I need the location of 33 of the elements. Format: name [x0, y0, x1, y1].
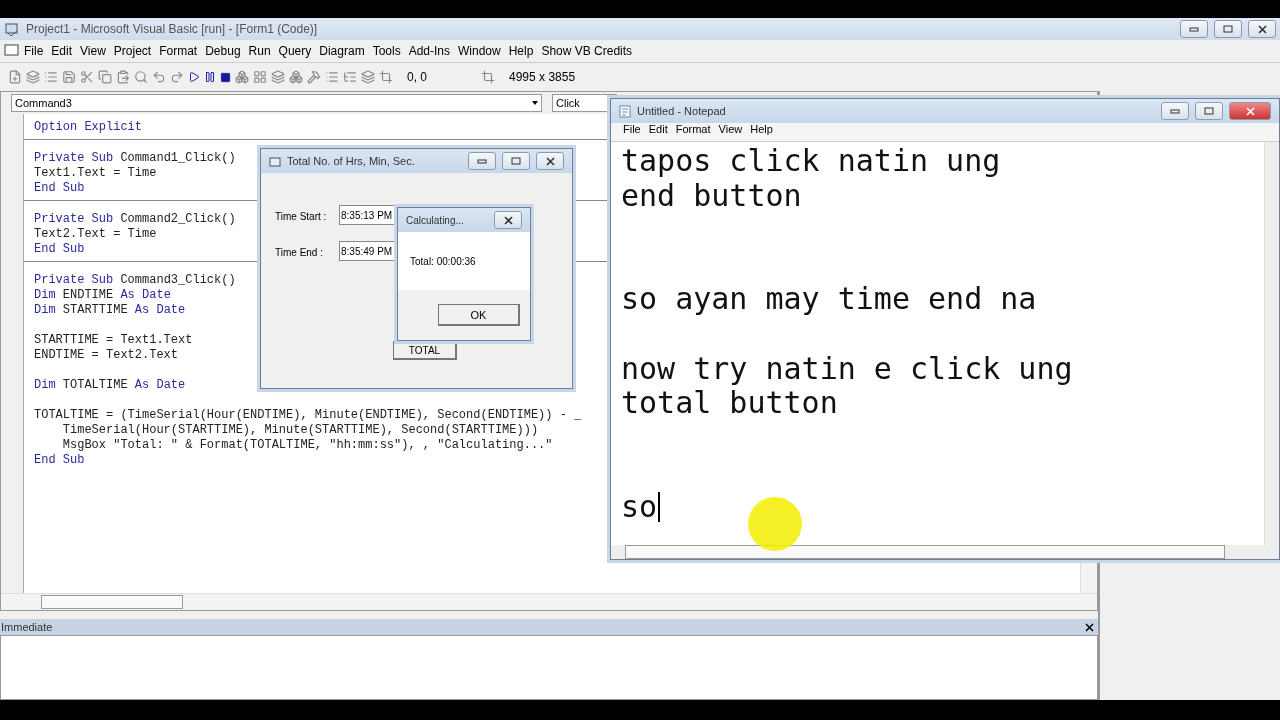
text-line: total button	[621, 386, 838, 421]
position-readout: 0, 0	[407, 70, 427, 84]
size-readout: 4995 x 3855	[509, 70, 576, 84]
text-line: end button	[621, 178, 802, 214]
text-line: so	[621, 489, 658, 525]
code-line: Dim TOTALTIME As Date	[34, 378, 186, 393]
panel-title: Immediate	[1, 621, 53, 633]
code-line: Dim ENDTIME As Date	[34, 288, 171, 303]
field-label: Time Start :	[275, 210, 328, 222]
text-line: now try natin e click ung	[621, 351, 1073, 387]
code-line: End Sub	[34, 453, 85, 468]
code-line: Private Sub Command1_Click()	[34, 151, 236, 166]
code-line: TOTALTIME = (TimeSerial(Hour(ENDTIME), Minute(ENDTIME), Second(ENDTIME)) - _	[34, 408, 582, 423]
text-line: tapos click natin ung	[621, 144, 1001, 179]
text-line: so ayan may time end na	[621, 282, 1037, 317]
code-line: End Sub	[34, 181, 85, 196]
window-title: Untitled - Notepad	[637, 105, 726, 117]
code-line: Dim STARTTIME As Date	[34, 303, 186, 318]
window-title: Project1 - Microsoft Visual Basic [run] - [Form1 (Code)]	[26, 22, 318, 36]
code-line: TimeSerial(Hour(STARTTIME), Minute(STARTTIME), Second(STARTTIME)))	[61, 423, 539, 438]
code-line: Option Explicit	[34, 120, 143, 135]
code-line: MsgBox "Total: " & Format(TOTALTIME, "hh:mm:ss"), , "Calculating..."	[61, 438, 553, 453]
code-line: Private Sub Command2_Click()	[34, 212, 236, 227]
code-line: End Sub	[34, 242, 85, 257]
window-title: Total No. of Hrs, Min, Sec.	[287, 155, 415, 167]
code-line: Text2.Text = Time	[34, 227, 157, 242]
code-line: Text1.Text = Time	[34, 166, 157, 181]
code-line: STARTTIME = Text1.Text	[34, 333, 193, 348]
message-text: Total: 00:00:36	[410, 255, 476, 267]
code-line: ENDTIME = Text2.Text	[34, 348, 179, 363]
code-line: Private Sub Command3_Click()	[34, 273, 236, 288]
field-label: Time End :	[275, 246, 324, 258]
dialog-title: Calculating...	[406, 214, 464, 226]
